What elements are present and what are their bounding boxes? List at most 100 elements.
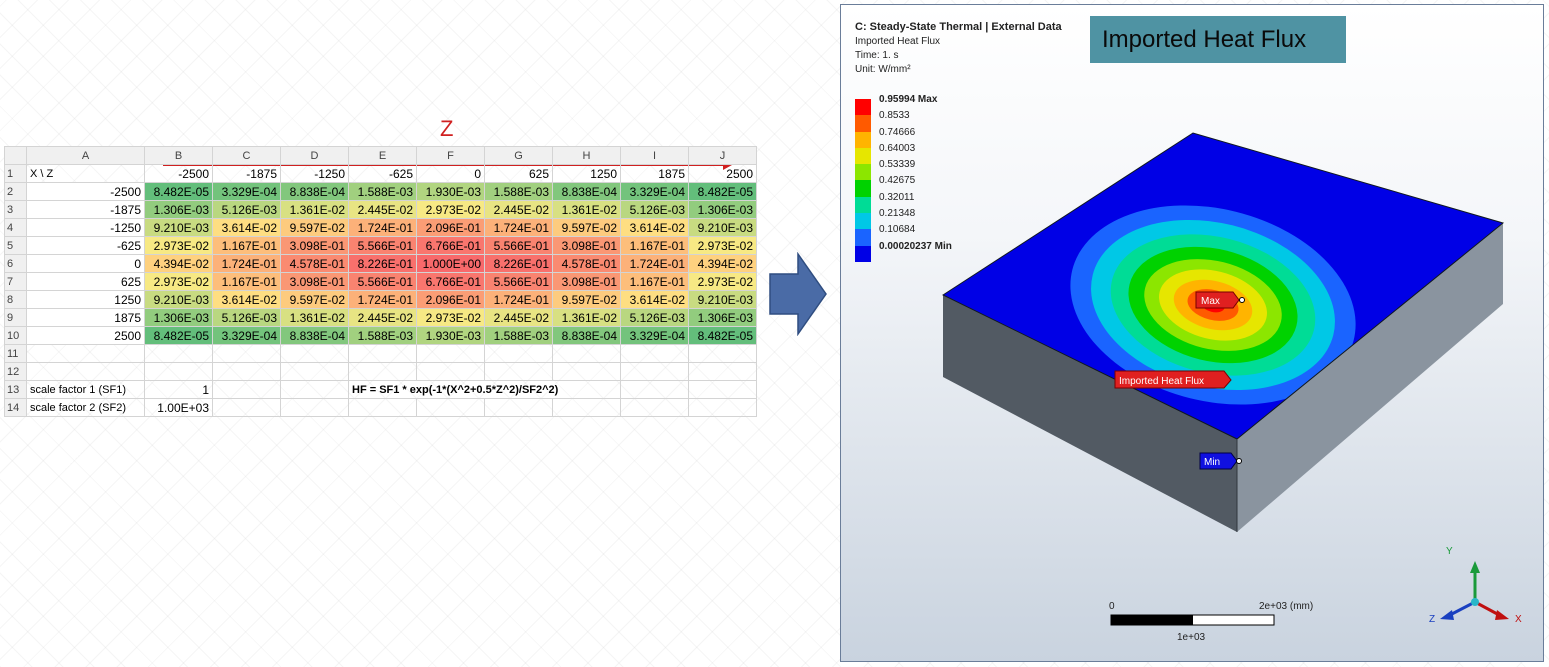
heat-flux-cell[interactable]: 3.098E-01 bbox=[280, 272, 349, 291]
empty-cell[interactable] bbox=[484, 362, 553, 381]
empty-cell[interactable] bbox=[484, 344, 553, 363]
graphics-viewer[interactable]: Max Imported Heat Flux Min C: Steady-Sta… bbox=[840, 4, 1544, 662]
heat-flux-cell[interactable]: 1.361E-02 bbox=[280, 200, 349, 219]
heat-flux-cell[interactable]: 1.306E-03 bbox=[688, 308, 757, 327]
column-header-d[interactable]: D bbox=[280, 146, 349, 165]
empty-cell[interactable] bbox=[26, 362, 145, 381]
heat-flux-cell[interactable]: 3.614E-02 bbox=[212, 218, 281, 237]
heat-flux-cell[interactable]: 3.098E-01 bbox=[552, 272, 621, 291]
heat-flux-cell[interactable]: 8.226E-01 bbox=[348, 254, 417, 273]
heat-flux-cell[interactable]: 5.566E-01 bbox=[348, 236, 417, 255]
heat-flux-cell[interactable]: 5.126E-03 bbox=[212, 308, 281, 327]
heat-flux-cell[interactable]: 2.445E-02 bbox=[484, 200, 553, 219]
heat-flux-cell[interactable]: 8.482E-05 bbox=[688, 182, 757, 201]
empty-cell[interactable] bbox=[144, 344, 213, 363]
heat-flux-cell[interactable]: 1.930E-03 bbox=[416, 326, 485, 345]
empty-cell[interactable] bbox=[416, 398, 485, 417]
column-header-a[interactable]: A bbox=[26, 146, 145, 165]
heat-flux-cell[interactable]: 1.361E-02 bbox=[280, 308, 349, 327]
column-header-h[interactable]: H bbox=[552, 146, 621, 165]
empty-cell[interactable] bbox=[212, 398, 281, 417]
empty-cell[interactable] bbox=[144, 362, 213, 381]
heat-flux-cell[interactable]: 1.306E-03 bbox=[688, 200, 757, 219]
heat-flux-cell[interactable]: 4.394E-02 bbox=[144, 254, 213, 273]
heat-flux-cell[interactable]: 1.306E-03 bbox=[144, 308, 213, 327]
heat-flux-cell[interactable]: 1.306E-03 bbox=[144, 200, 213, 219]
heat-flux-cell[interactable]: 5.126E-03 bbox=[212, 200, 281, 219]
heat-flux-cell[interactable]: 9.597E-02 bbox=[280, 290, 349, 309]
heat-flux-cell[interactable]: 3.098E-01 bbox=[280, 236, 349, 255]
heat-flux-cell[interactable]: 2.445E-02 bbox=[348, 308, 417, 327]
heat-flux-cell[interactable]: 3.614E-02 bbox=[620, 290, 689, 309]
row-header[interactable]: 13 bbox=[4, 380, 27, 399]
empty-cell[interactable] bbox=[620, 380, 689, 399]
x-value-cell[interactable]: -1875 bbox=[26, 200, 145, 219]
empty-cell[interactable] bbox=[348, 398, 417, 417]
heat-flux-cell[interactable]: 4.578E-01 bbox=[552, 254, 621, 273]
row-header[interactable]: 10 bbox=[4, 326, 27, 345]
heat-flux-cell[interactable]: 6.766E-01 bbox=[416, 236, 485, 255]
x-value-cell[interactable]: -1250 bbox=[26, 218, 145, 237]
heat-flux-cell[interactable]: 1.588E-03 bbox=[484, 326, 553, 345]
heat-flux-cell[interactable]: 2.973E-02 bbox=[416, 308, 485, 327]
empty-cell[interactable] bbox=[484, 398, 553, 417]
empty-cell[interactable] bbox=[688, 362, 757, 381]
row-header[interactable]: 2 bbox=[4, 182, 27, 201]
z-value-cell[interactable]: 1875 bbox=[620, 164, 689, 183]
heat-flux-cell[interactable]: 2.973E-02 bbox=[688, 236, 757, 255]
imported-heat-flux-tag[interactable]: Imported Heat Flux bbox=[1114, 370, 1232, 389]
heat-flux-cell[interactable]: 4.394E-02 bbox=[688, 254, 757, 273]
heat-flux-cell[interactable]: 1.588E-03 bbox=[348, 182, 417, 201]
heat-flux-cell[interactable]: 1.167E-01 bbox=[620, 236, 689, 255]
header-label-cell[interactable]: X \ Z bbox=[26, 164, 145, 183]
column-header-e[interactable]: E bbox=[348, 146, 417, 165]
select-all-corner[interactable] bbox=[4, 146, 27, 165]
heat-flux-cell[interactable]: 1.361E-02 bbox=[552, 200, 621, 219]
heat-flux-cell[interactable]: 5.126E-03 bbox=[620, 308, 689, 327]
empty-cell[interactable] bbox=[348, 344, 417, 363]
column-header-g[interactable]: G bbox=[484, 146, 553, 165]
z-value-cell[interactable]: -2500 bbox=[144, 164, 213, 183]
heat-flux-cell[interactable]: 8.226E-01 bbox=[484, 254, 553, 273]
empty-cell[interactable] bbox=[552, 344, 621, 363]
row-header[interactable]: 6 bbox=[4, 254, 27, 273]
heat-flux-cell[interactable]: 8.838E-04 bbox=[552, 182, 621, 201]
column-header-i[interactable]: I bbox=[620, 146, 689, 165]
heat-flux-cell[interactable]: 1.724E-01 bbox=[212, 254, 281, 273]
heat-flux-cell[interactable]: 1.167E-01 bbox=[212, 236, 281, 255]
empty-cell[interactable] bbox=[552, 362, 621, 381]
heat-flux-cell[interactable]: 9.210E-03 bbox=[144, 290, 213, 309]
heat-flux-cell[interactable]: 2.973E-02 bbox=[416, 200, 485, 219]
empty-cell[interactable] bbox=[280, 380, 349, 399]
x-value-cell[interactable]: -625 bbox=[26, 236, 145, 255]
heat-flux-cell[interactable]: 2.973E-02 bbox=[144, 236, 213, 255]
row-header[interactable]: 4 bbox=[4, 218, 27, 237]
heat-flux-cell[interactable]: 1.724E-01 bbox=[484, 290, 553, 309]
coordinate-triad[interactable] bbox=[1440, 561, 1509, 620]
empty-cell[interactable] bbox=[212, 362, 281, 381]
heat-flux-cell[interactable]: 2.445E-02 bbox=[484, 308, 553, 327]
heat-flux-cell[interactable]: 6.766E-01 bbox=[416, 272, 485, 291]
row-header[interactable]: 12 bbox=[4, 362, 27, 381]
heat-flux-cell[interactable]: 1.167E-01 bbox=[212, 272, 281, 291]
empty-cell[interactable] bbox=[212, 380, 281, 399]
heat-flux-cell[interactable]: 9.597E-02 bbox=[280, 218, 349, 237]
sf1-value-cell[interactable]: 1 bbox=[144, 380, 213, 399]
heat-flux-cell[interactable]: 5.566E-01 bbox=[348, 272, 417, 291]
sf2-label-cell[interactable]: scale factor 2 (SF2) bbox=[26, 398, 145, 417]
row-header[interactable]: 11 bbox=[4, 344, 27, 363]
heat-flux-cell[interactable]: 1.167E-01 bbox=[620, 272, 689, 291]
heat-flux-cell[interactable]: 1.588E-03 bbox=[484, 182, 553, 201]
heat-flux-cell[interactable]: 9.597E-02 bbox=[552, 290, 621, 309]
z-value-cell[interactable]: 625 bbox=[484, 164, 553, 183]
empty-cell[interactable] bbox=[280, 362, 349, 381]
row-header[interactable]: 9 bbox=[4, 308, 27, 327]
row-header[interactable]: 5 bbox=[4, 236, 27, 255]
empty-cell[interactable] bbox=[280, 344, 349, 363]
empty-cell[interactable] bbox=[212, 344, 281, 363]
heat-flux-cell[interactable]: 9.210E-03 bbox=[688, 290, 757, 309]
heat-flux-cell[interactable]: 1.930E-03 bbox=[416, 182, 485, 201]
heat-flux-cell[interactable]: 4.578E-01 bbox=[280, 254, 349, 273]
heat-flux-cell[interactable]: 1.000E+00 bbox=[416, 254, 485, 273]
x-value-cell[interactable]: 1250 bbox=[26, 290, 145, 309]
